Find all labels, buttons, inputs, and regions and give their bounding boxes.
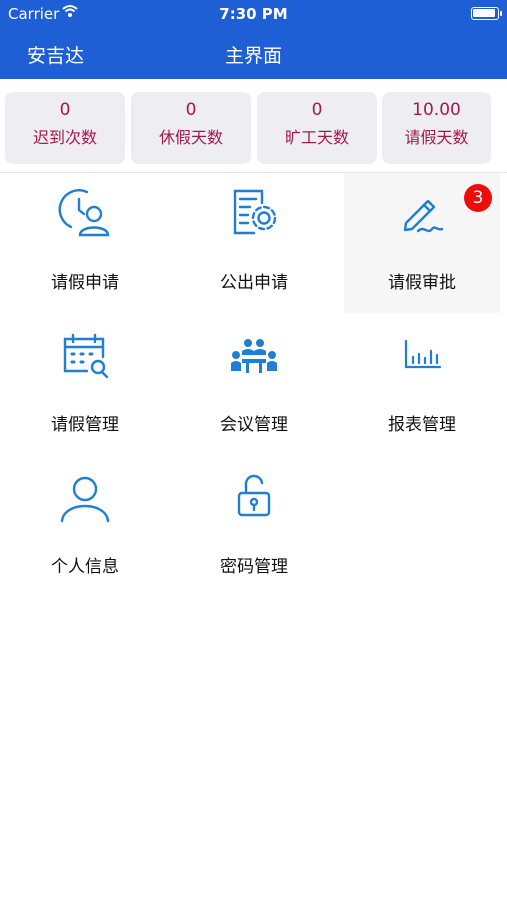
menu-personal-info[interactable]: 个人信息 [7, 457, 163, 597]
stat-label: 请假天数 [404, 128, 469, 147]
stat-label: 旷工天数 [284, 128, 349, 147]
status-bar: Carrier 7:30 PM [0, 0, 507, 28]
stat-leave-days[interactable]: 10.00 请假天数 [382, 92, 491, 164]
menu-label: 请假审批 [388, 273, 456, 293]
stat-absence-days[interactable]: 0 旷工天数 [257, 92, 377, 164]
stat-value: 0 [59, 100, 71, 120]
meeting-icon [231, 339, 277, 373]
menu-password-management[interactable]: 密码管理 [176, 457, 332, 597]
menu-label: 请假申请 [51, 273, 119, 293]
stat-label: 迟到次数 [32, 128, 97, 147]
stat-value: 0 [185, 100, 197, 120]
menu-business-trip[interactable]: 公出申请 [176, 173, 332, 313]
clock: 7:30 PM [219, 5, 288, 23]
menu-label: 报表管理 [388, 415, 456, 435]
menu-report-management[interactable]: 报表管理 [344, 315, 500, 455]
menu-label: 密码管理 [220, 557, 288, 577]
stat-label: 休假天数 [158, 128, 223, 147]
menu-label: 个人信息 [51, 557, 119, 577]
clock-person-icon [58, 189, 110, 237]
stat-late-count[interactable]: 0 迟到次数 [5, 92, 125, 164]
bar-chart-icon [404, 339, 442, 369]
menu-leave-management[interactable]: 请假管理 [7, 315, 163, 455]
notification-badge: 3 [464, 184, 492, 212]
battery-icon [471, 7, 502, 20]
top-bar: Carrier 7:30 PM 安吉达 主界面 [0, 0, 507, 79]
menu-leave-application[interactable]: 请假申请 [7, 173, 163, 313]
document-gear-icon [233, 189, 277, 235]
menu-leave-approval[interactable]: 3 请假审批 [344, 173, 500, 313]
stat-value: 0 [311, 100, 323, 120]
page-title: 主界面 [224, 45, 282, 67]
lock-icon [237, 474, 271, 517]
pen-sign-icon [403, 199, 444, 233]
menu-label: 公出申请 [220, 273, 288, 293]
stat-value: 10.00 [412, 100, 461, 120]
menu-meeting-management[interactable]: 会议管理 [176, 315, 332, 455]
user-icon [60, 476, 110, 523]
calendar-search-icon [63, 333, 109, 379]
stat-vacation-days[interactable]: 0 休假天数 [131, 92, 251, 164]
menu-label: 请假管理 [51, 415, 119, 435]
stats-bar: 0 迟到次数 0 休假天数 0 旷工天数 10.00 请假天数 [0, 79, 507, 172]
menu-label: 会议管理 [220, 415, 288, 435]
